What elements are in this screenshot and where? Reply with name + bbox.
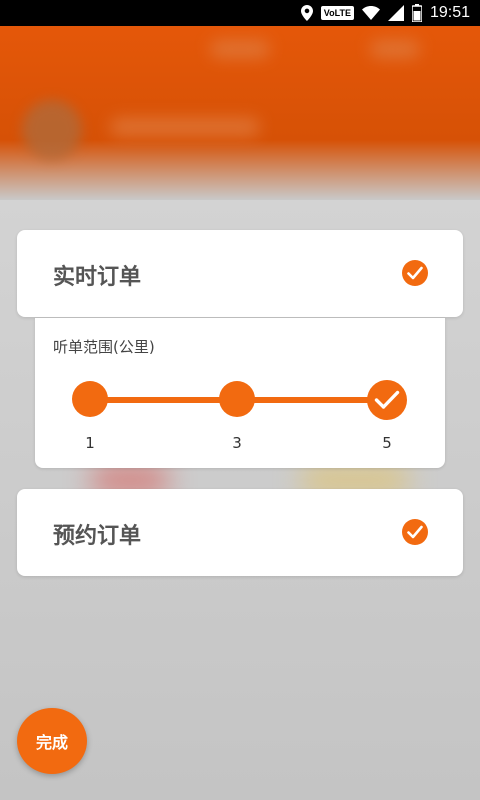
wifi-icon: [361, 6, 380, 20]
clock: 19:51: [429, 4, 470, 21]
background-text-blur: [370, 40, 420, 58]
range-knob-3[interactable]: [219, 381, 255, 417]
background-text-blur: [210, 40, 270, 58]
range-knob-1[interactable]: [72, 381, 108, 417]
realtime-order-check-icon[interactable]: [402, 260, 428, 286]
signal-icon: [387, 5, 404, 21]
range-tick-1: 1: [85, 434, 95, 452]
background-text-blur: [110, 118, 260, 136]
done-button[interactable]: 完成: [17, 708, 87, 774]
range-tick-3: 3: [232, 434, 242, 452]
status-bar: VoLTE 19:51: [0, 0, 480, 26]
reserved-order-title: 预约订单: [53, 524, 142, 549]
range-tick-5: 5: [382, 434, 392, 452]
realtime-order-card[interactable]: 实时订单: [17, 230, 463, 317]
background-avatar: [22, 100, 82, 160]
screen: VoLTE 19:51 实时订单 听单范围(公里) 1 3 5 预约订单 完成: [0, 0, 480, 800]
realtime-order-title: 实时订单: [53, 265, 142, 290]
volte-icon: VoLTE: [320, 6, 354, 20]
done-button-label: 完成: [35, 733, 68, 752]
battery-icon: [411, 4, 422, 22]
location-icon: [300, 5, 313, 21]
range-title: 听单范围(公里): [53, 338, 155, 356]
background-header: [0, 0, 480, 200]
range-knob-5-selected[interactable]: [367, 380, 407, 420]
reserved-order-check-icon[interactable]: [402, 519, 428, 545]
reserved-order-card[interactable]: 预约订单: [17, 489, 463, 576]
range-panel: 听单范围(公里) 1 3 5: [35, 318, 445, 468]
